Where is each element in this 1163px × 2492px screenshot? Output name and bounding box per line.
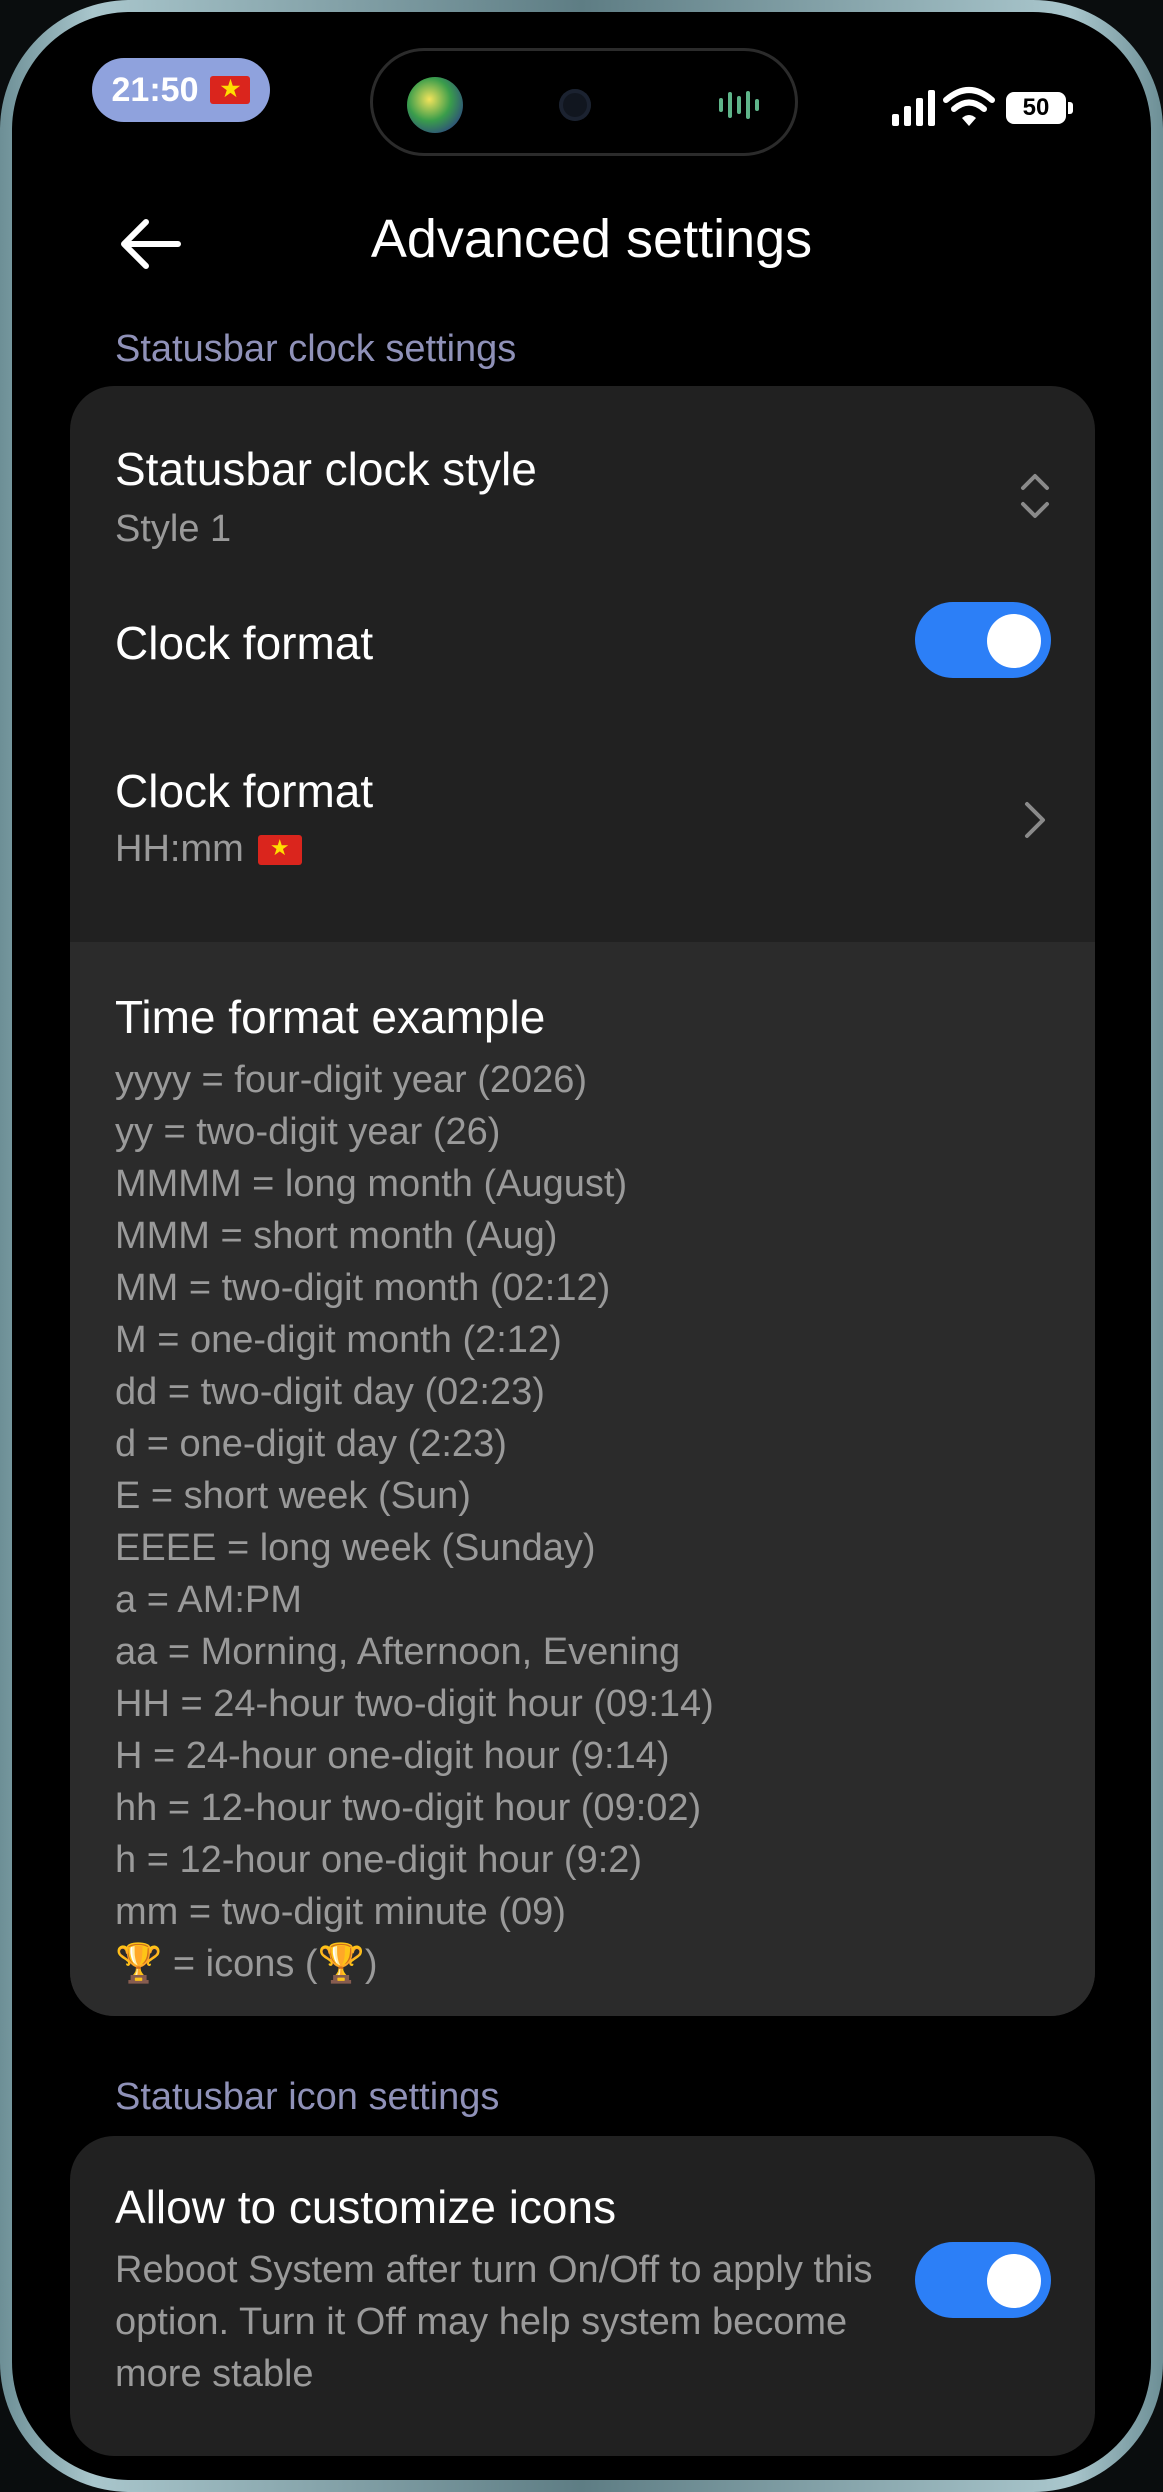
- page-title: Advanced settings: [370, 209, 813, 269]
- chevron-right-icon: [1025, 802, 1045, 838]
- list-item: MMM = short month (Aug): [115, 1215, 558, 1257]
- clock-format-toggle-item[interactable]: Clock format: [70, 566, 1095, 716]
- customize-icons-switch[interactable]: [915, 2242, 1051, 2318]
- icon-settings-card: Allow to customize icons Reboot System a…: [70, 2136, 1095, 2456]
- list-item: EEEE = long week (Sunday): [115, 1527, 596, 1569]
- screen: 21:50 50 Advanced settings Statusbar c: [12, 12, 1151, 2480]
- list-item: dd = two-digit day (02:23): [115, 1371, 545, 1413]
- clock-style-item[interactable]: Statusbar clock style Style 1: [70, 386, 1095, 566]
- time-format-example-title: Time format example: [115, 991, 546, 1043]
- list-item: hh = 12-hour two-digit hour (09:02): [115, 1787, 702, 1829]
- audio-wave-icon: [719, 89, 765, 121]
- list-item: d = one-digit day (2:23): [115, 1423, 507, 1465]
- battery-level: 50: [1022, 94, 1050, 121]
- customize-icons-description: Reboot System after turn On/Off to apply…: [115, 2249, 873, 2395]
- list-item: M = one-digit month (2:12): [115, 1319, 562, 1361]
- time-format-example: Time format example yyyy = four-digit ye…: [70, 942, 1095, 2016]
- clock-format-switch[interactable]: [915, 602, 1051, 678]
- battery-icon: 50: [1006, 92, 1073, 124]
- switch-knob: [987, 614, 1041, 668]
- clock-format-title: Clock format: [115, 765, 374, 817]
- list-item: mm = two-digit minute (09): [115, 1891, 566, 1933]
- list-item: h = 12-hour one-digit hour (9:2): [115, 1839, 643, 1881]
- list-item: E = short week (Sun): [115, 1475, 471, 1517]
- list-item: aa = Morning, Afternoon, Evening: [115, 1631, 681, 1673]
- device-frame: 21:50 50 Advanced settings Statusbar c: [0, 0, 1163, 2492]
- switch-knob: [987, 2254, 1041, 2308]
- clock-style-value: Style 1: [115, 508, 232, 550]
- list-item: HH = 24-hour two-digit hour (09:14): [115, 1683, 714, 1725]
- list-item: H = 24-hour one-digit hour (9:14): [115, 1735, 670, 1777]
- customize-icons-title: Allow to customize icons: [115, 2181, 617, 2233]
- list-item: yyyy = four-digit year (2026): [115, 1059, 588, 1101]
- list-item: a = AM:PM: [115, 1579, 302, 1621]
- clock-format-value-row: HH:mm: [115, 828, 302, 871]
- media-thumbnail-icon: [407, 77, 463, 133]
- unfold-chevron-icon: [1021, 474, 1049, 518]
- clock-settings-card: Statusbar clock style Style 1 Clock form…: [70, 386, 1095, 2016]
- status-time-pill: 21:50: [92, 58, 270, 122]
- vietnam-flag-icon: [257, 833, 302, 865]
- customize-icons-item[interactable]: Allow to customize icons Reboot System a…: [70, 2136, 1095, 2456]
- section-label-clock: Statusbar clock settings: [115, 328, 517, 370]
- front-camera-icon: [559, 89, 591, 121]
- vietnam-flag-icon: [210, 74, 251, 104]
- signal-icon: [892, 90, 935, 126]
- dynamic-island[interactable]: [370, 48, 798, 156]
- list-item: MMMM = long month (August): [115, 1163, 628, 1205]
- wifi-icon: [943, 87, 995, 126]
- list-item: MM = two-digit month (02:12): [115, 1267, 611, 1309]
- list-item: 🏆 = icons (🏆): [115, 1943, 378, 1985]
- clock-style-title: Statusbar clock style: [115, 443, 537, 495]
- section-label-icons: Statusbar icon settings: [115, 2076, 500, 2118]
- time-format-example-list: yyyy = four-digit year (2026) yy = two-d…: [115, 1054, 714, 1990]
- clock-format-value: HH:mm: [115, 828, 244, 870]
- clock-format-item[interactable]: Clock format HH:mm: [70, 716, 1095, 916]
- list-item: yy = two-digit year (26): [115, 1111, 501, 1153]
- status-time: 21:50: [111, 70, 199, 109]
- clock-format-toggle-title: Clock format: [115, 617, 374, 669]
